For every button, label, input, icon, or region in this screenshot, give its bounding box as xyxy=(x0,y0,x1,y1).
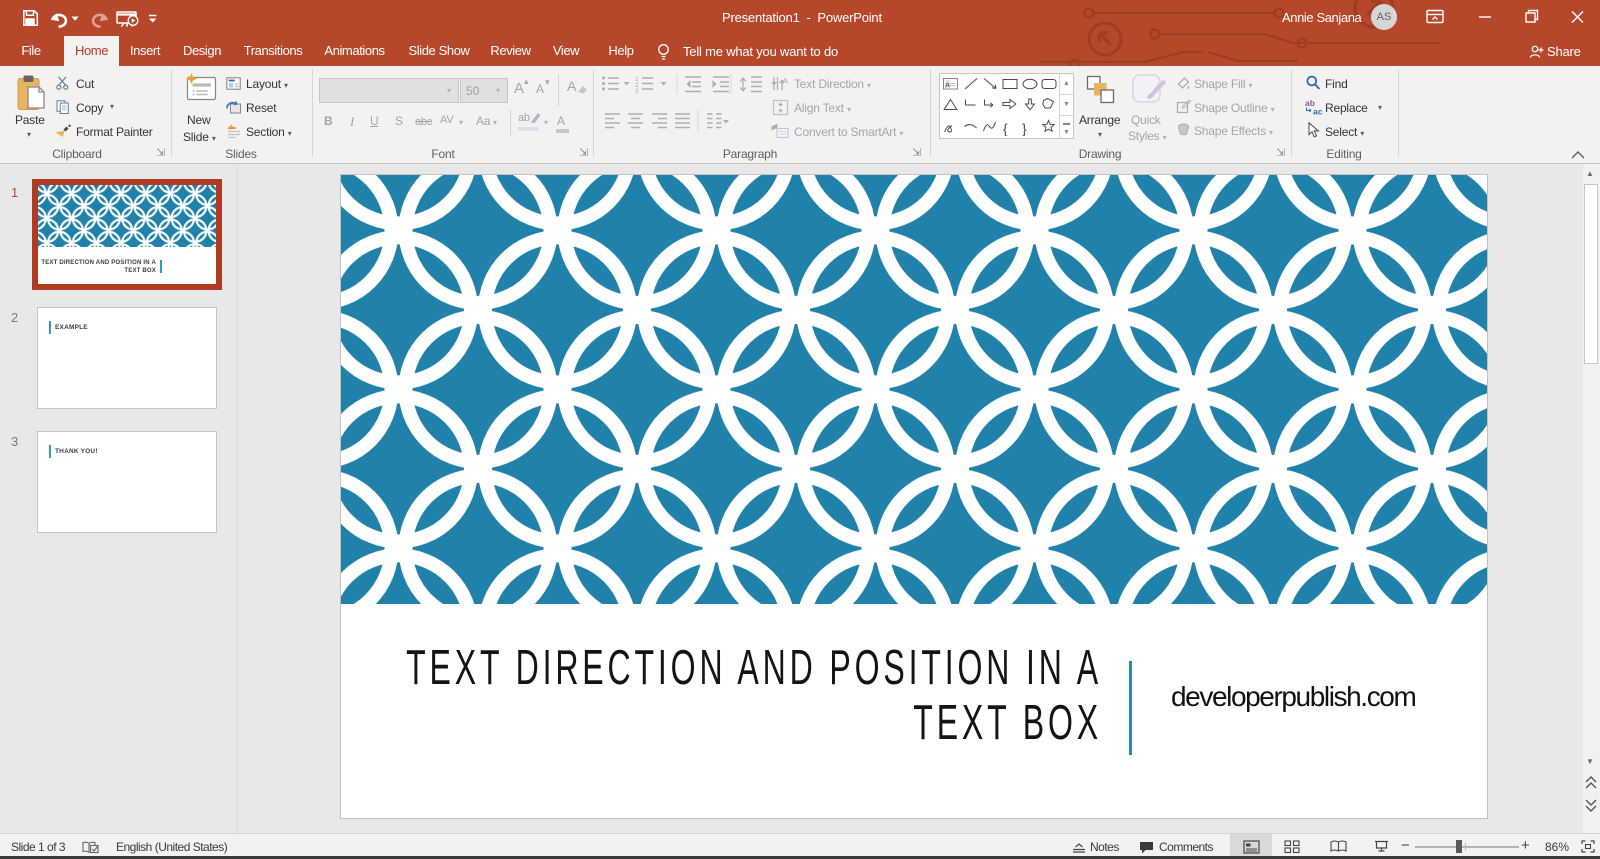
svg-text:}: } xyxy=(1022,121,1027,137)
svg-text:ac: ac xyxy=(1313,107,1323,116)
svg-text:3: 3 xyxy=(635,88,639,95)
svg-text:{: { xyxy=(1003,121,1008,137)
svg-text:A: A xyxy=(945,83,950,90)
svg-text:A: A xyxy=(783,76,789,86)
